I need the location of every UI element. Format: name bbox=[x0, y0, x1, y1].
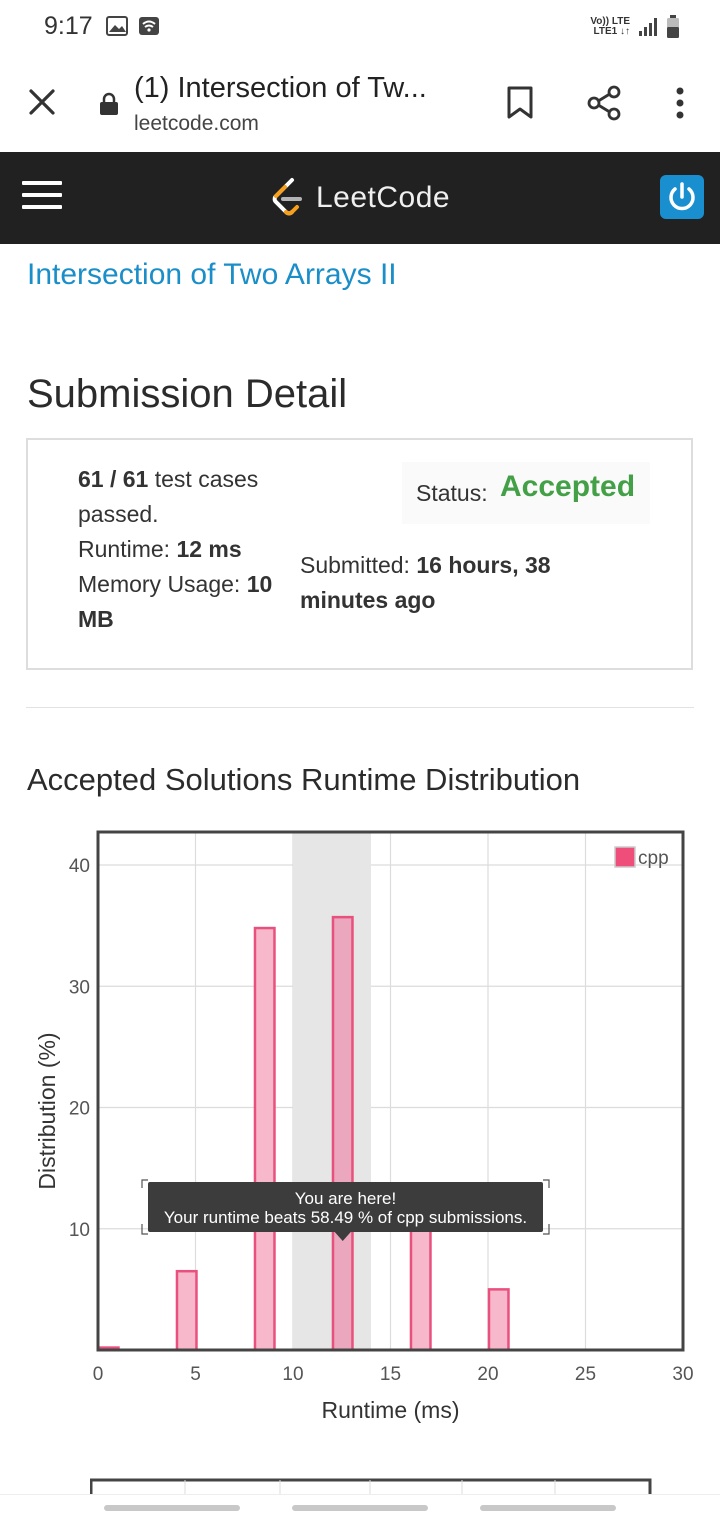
status-panel: Status: Accepted bbox=[402, 462, 650, 524]
result-summary: 61 / 61 test cases passed. Runtime: 12 m… bbox=[78, 462, 298, 637]
x-tick-label: 0 bbox=[93, 1364, 104, 1385]
leetcode-logo-text: LeetCode bbox=[316, 181, 451, 214]
network-labels: Vo)) LTE LTE1 ↓↑ bbox=[590, 17, 630, 37]
bar-runtime-20[interactable] bbox=[487, 1288, 510, 1352]
submission-detail-panel: 61 / 61 test cases passed. Runtime: 12 m… bbox=[26, 438, 693, 670]
chart-tick-labels: 0 5 10 15 20 25 30 10 20 30 40 bbox=[69, 856, 694, 1385]
legend-label-cpp: cpp bbox=[638, 848, 669, 869]
leetcode-logo-icon bbox=[272, 178, 302, 216]
bar-runtime-4[interactable] bbox=[175, 1269, 198, 1352]
bar-runtime-12[interactable] bbox=[331, 915, 354, 1352]
y-tick-label: 40 bbox=[69, 856, 90, 877]
runtime-distribution-chart[interactable]: 0 5 10 15 20 25 30 10 20 30 40 Runtime (ms) Distri… bbox=[0, 820, 720, 1440]
lock-icon bbox=[100, 92, 118, 115]
x-tick-label: 10 bbox=[282, 1364, 303, 1385]
x-tick-label: 20 bbox=[477, 1364, 498, 1385]
legend-swatch-cpp bbox=[614, 846, 636, 868]
browser-bottom-bar bbox=[0, 1494, 720, 1521]
close-icon[interactable] bbox=[26, 86, 58, 118]
scroll-indicator-right bbox=[480, 1505, 616, 1511]
submitted-label: Submitted: bbox=[300, 552, 417, 578]
y-tick-label: 30 bbox=[69, 977, 90, 998]
status-indicators: Vo)) LTE LTE1 ↓↑ bbox=[590, 14, 680, 40]
y-tick-label: 20 bbox=[69, 1099, 90, 1120]
runtime-value: 12 ms bbox=[176, 536, 242, 562]
status-accepted[interactable]: Accepted bbox=[500, 470, 635, 504]
image-icon bbox=[106, 16, 128, 36]
network-bottom-label: LTE1 ↓↑ bbox=[593, 26, 630, 37]
runtime-tooltip: You are here! Your runtime beats 58.49 %… bbox=[141, 1179, 550, 1241]
share-icon[interactable] bbox=[586, 85, 622, 121]
status-bar: 9:17 Vo)) LTE LTE1 ↓↑ bbox=[0, 0, 720, 56]
x-tick-label: 5 bbox=[190, 1364, 201, 1385]
power-button[interactable] bbox=[660, 175, 704, 219]
scroll-indicator-left bbox=[104, 1505, 240, 1511]
test-cases-count: 61 / 61 bbox=[78, 466, 149, 492]
submitted-time: Submitted: 16 hours, 38 minutes ago bbox=[300, 548, 580, 618]
wifi-icon bbox=[139, 17, 159, 35]
hamburger-menu-icon[interactable] bbox=[22, 181, 62, 211]
x-tick-label: 30 bbox=[672, 1364, 693, 1385]
memory-label: Memory Usage: bbox=[78, 571, 247, 597]
submission-detail-heading: Submission Detail bbox=[27, 372, 348, 416]
page-title[interactable]: (1) Intersection of Tw... bbox=[134, 72, 427, 105]
bar-runtime-8[interactable] bbox=[253, 926, 276, 1352]
y-axis-label: Distribution (%) bbox=[34, 1032, 60, 1189]
bar-runtime-16[interactable] bbox=[409, 1215, 432, 1352]
leetcode-navbar: LeetCode bbox=[0, 152, 720, 244]
x-axis-label: Runtime (ms) bbox=[321, 1397, 459, 1423]
signal-icon bbox=[639, 18, 657, 36]
y-tick-label: 10 bbox=[69, 1220, 90, 1241]
tooltip-title: You are here! bbox=[295, 1189, 396, 1208]
status-time: 9:17 bbox=[44, 12, 93, 40]
chart-legend[interactable]: cpp bbox=[614, 846, 669, 869]
power-icon bbox=[669, 182, 695, 211]
leetcode-logo[interactable]: LeetCode bbox=[270, 176, 450, 220]
x-tick-label: 15 bbox=[380, 1364, 401, 1385]
tooltip-beats-text: Your runtime beats 58.49 % of cpp submis… bbox=[164, 1208, 527, 1227]
page-url[interactable]: leetcode.com bbox=[134, 112, 259, 136]
x-tick-label: 25 bbox=[575, 1364, 596, 1385]
runtime-label: Runtime: bbox=[78, 536, 177, 562]
status-label: Status: bbox=[416, 480, 488, 506]
divider bbox=[26, 707, 694, 708]
battery-icon bbox=[667, 15, 679, 38]
more-options-icon[interactable] bbox=[668, 86, 692, 120]
browser-toolbar: (1) Intersection of Tw... leetcode.com bbox=[0, 56, 720, 152]
scroll-indicator-center bbox=[292, 1505, 428, 1511]
bookmark-icon[interactable] bbox=[506, 86, 534, 120]
runtime-distribution-heading: Accepted Solutions Runtime Distribution bbox=[27, 762, 581, 797]
problem-title-link[interactable]: Intersection of Two Arrays II bbox=[27, 258, 397, 292]
